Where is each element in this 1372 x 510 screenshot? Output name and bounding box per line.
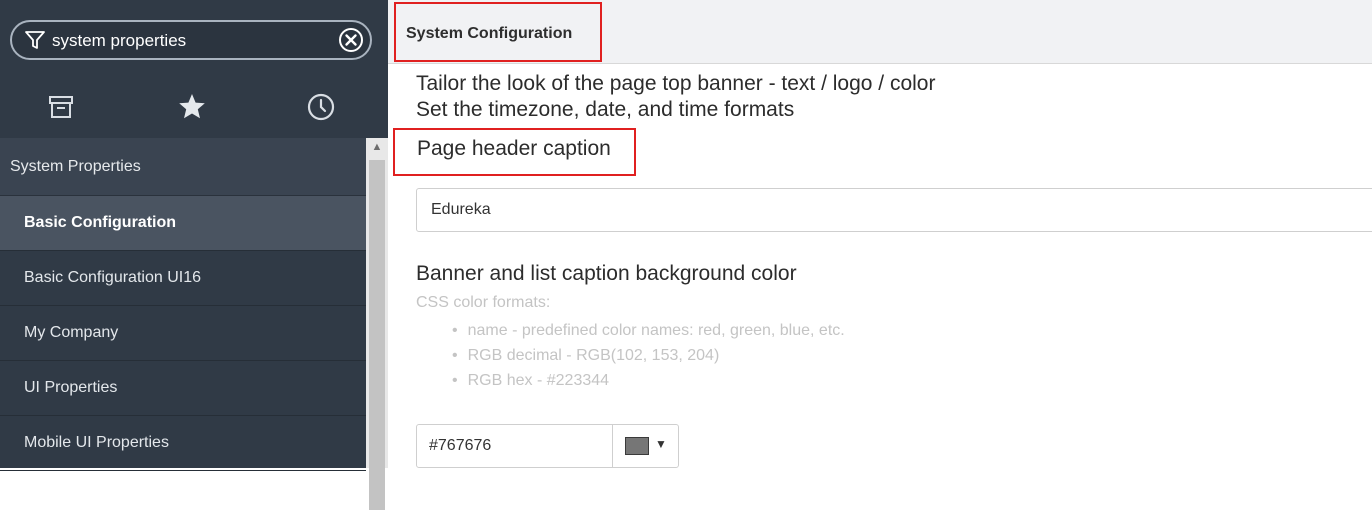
css-formats-help-list: name - predefined color names: red, gree… [452,318,845,393]
banner-color-label: Banner and list caption background color [416,262,797,285]
clear-circle-x-icon[interactable] [338,27,364,53]
filter-icon [25,31,45,49]
banner-color-input[interactable] [416,424,613,468]
help-item: RGB decimal - RGB(102, 153, 204) [452,343,845,368]
section-system-properties[interactable]: System Properties [0,138,366,196]
scroll-thumb[interactable] [369,160,385,510]
nav-item-my-company[interactable]: My Company [0,306,366,361]
page-title: System Configuration [394,2,602,62]
sidebar-scrollbar[interactable]: ▲ [366,138,388,510]
nav-item-ui-properties[interactable]: UI Properties [0,361,366,416]
nav-item-basic-configuration-ui16[interactable]: Basic Configuration UI16 [0,251,366,306]
help-item: name - predefined color names: red, gree… [452,318,845,343]
description-line: Set the timezone, date, and time formats [416,98,795,121]
filter-navigator[interactable]: system properties [10,20,372,60]
archive-icon[interactable] [44,90,78,124]
clock-icon[interactable] [304,90,338,124]
color-picker-button[interactable]: ▼ [612,424,679,468]
page-header-caption-input[interactable] [416,188,1372,232]
dropdown-caret-icon: ▼ [655,437,667,451]
help-item: RGB hex - #223344 [452,368,845,393]
color-swatch [625,437,649,455]
filter-input[interactable]: system properties [52,31,186,51]
navigator-list: System Properties Basic Configuration Ba… [0,138,366,471]
css-formats-help-title: CSS color formats: [416,294,551,311]
sidebar: system properties System Properties Basi… [0,0,388,510]
navigator-tabs [0,90,388,130]
star-icon[interactable] [175,90,209,124]
description-line: Tailor the look of the page top banner -… [416,72,936,95]
nav-item-mobile-ui-properties[interactable]: Mobile UI Properties [0,416,366,471]
page-header-caption-label: Page header caption [417,137,611,160]
scroll-up-arrow-icon[interactable]: ▲ [366,138,388,156]
nav-item-basic-configuration[interactable]: Basic Configuration [0,196,366,251]
